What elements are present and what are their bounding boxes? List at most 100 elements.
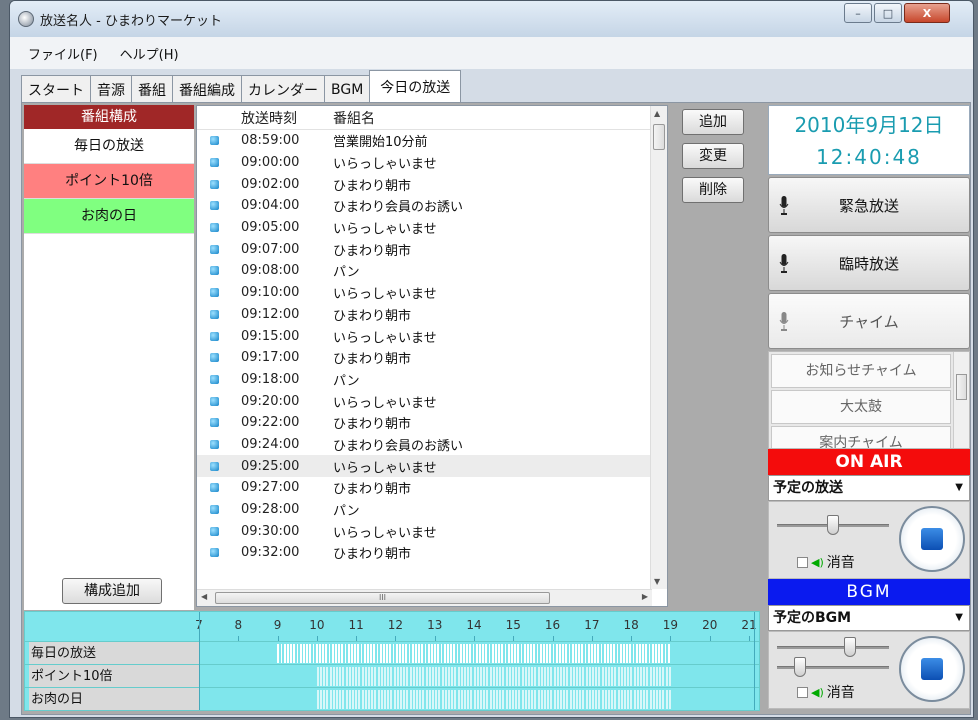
timeline-slot — [406, 690, 409, 709]
title-bar[interactable]: 放送名人 - ひまわりマーケット – □ X — [10, 1, 973, 37]
schedule-row[interactable]: 09:20:00 いらっしゃいませ — [197, 390, 667, 412]
schedule-row[interactable]: 08:59:00 営業開始10分前 — [197, 130, 667, 152]
schedule-row[interactable]: 09:28:00 パン — [197, 499, 667, 521]
timeline-hour-label: 8 — [234, 618, 243, 632]
slider-knob[interactable] — [793, 657, 806, 677]
close-button[interactable]: X — [904, 3, 950, 23]
menu-help[interactable]: ヘルプ(H) — [120, 44, 179, 63]
program-panel: 番組構成 毎日の放送 ポイント10倍 お肉の日 構成追加 — [24, 105, 194, 610]
tab-start[interactable]: スタート — [21, 75, 91, 103]
bgm-volume-slider[interactable] — [777, 637, 889, 657]
program-item-daily[interactable]: 毎日の放送 — [24, 129, 194, 164]
add-program-button[interactable]: 構成追加 — [62, 578, 162, 604]
mute-checkbox[interactable] — [797, 556, 808, 568]
edit-button[interactable]: 変更 — [682, 143, 744, 169]
schedule-row[interactable]: 09:15:00 いらっしゃいませ — [197, 325, 667, 347]
chime-button[interactable]: チャイム — [768, 293, 970, 349]
slider-knob[interactable] — [844, 637, 857, 657]
timeline-slot — [425, 667, 428, 686]
timeline-slot — [462, 644, 465, 663]
timeline-slot — [667, 644, 670, 663]
tab-today[interactable]: 今日の放送 — [369, 70, 462, 103]
program-item-meat-day[interactable]: お肉の日 — [24, 199, 194, 234]
timeline-slot — [553, 690, 556, 709]
schedule-row[interactable]: 09:30:00 いらっしゃいませ — [197, 520, 667, 542]
timeline-slot — [565, 644, 568, 663]
timeline-slot — [658, 644, 661, 663]
col-time-header[interactable]: 放送時刻 — [241, 108, 333, 128]
delete-button[interactable]: 削除 — [682, 177, 744, 203]
schedule-row[interactable]: 09:17:00 ひまわり朝市 — [197, 347, 667, 369]
scroll-down-icon[interactable]: ▼ — [654, 577, 660, 586]
chime-scrollbar[interactable] — [953, 352, 969, 448]
timeline-slot — [368, 690, 370, 709]
scroll-up-icon[interactable]: ▲ — [654, 109, 660, 118]
schedule-row[interactable]: 09:18:00 パン — [197, 369, 667, 391]
timeline-tick — [709, 636, 711, 641]
scroll-left-icon[interactable]: ◀ — [201, 592, 207, 601]
schedule-row[interactable]: 09:32:00 ひまわり朝市 — [197, 542, 667, 564]
timeline-slot — [448, 667, 450, 686]
vertical-scrollbar[interactable]: ▲ ▼ — [650, 106, 667, 589]
bgm-mute-toggle[interactable]: ◀) 消音 — [797, 682, 855, 702]
slider-knob[interactable] — [827, 515, 840, 535]
timeline-slot — [437, 644, 440, 663]
timeline-bars — [199, 644, 747, 663]
bgm-balance-slider[interactable] — [777, 657, 889, 677]
timeline-hour-label: 13 — [427, 618, 443, 632]
schedule-row[interactable]: 09:02:00 ひまわり朝市 — [197, 173, 667, 195]
timeline-slot — [523, 644, 526, 663]
tab-sources[interactable]: 音源 — [90, 75, 132, 103]
mute-checkbox[interactable] — [797, 686, 808, 698]
temporary-broadcast-button[interactable]: 臨時放送 — [768, 235, 970, 291]
add-button[interactable]: 追加 — [682, 109, 744, 135]
schedule-row[interactable]: 09:27:00 ひまわり朝市 — [197, 477, 667, 499]
minimize-button[interactable]: – — [844, 3, 872, 23]
menu-file[interactable]: ファイル(F) — [28, 44, 98, 63]
timeline-slot — [633, 667, 636, 686]
tab-programs[interactable]: 番組 — [131, 75, 173, 103]
schedule-row[interactable]: 09:00:00 いらっしゃいませ — [197, 152, 667, 174]
bgm-stop-button[interactable] — [899, 636, 965, 702]
schedule-row[interactable]: 09:05:00 いらっしゃいませ — [197, 217, 667, 239]
onair-mute-toggle[interactable]: ◀) 消音 — [797, 552, 855, 572]
timeline-slot — [518, 690, 521, 709]
schedule-list[interactable]: 放送時刻 番組名 08:59:00 営業開始10分前 09:00:00 いらっしゃいま… — [196, 105, 668, 607]
schedule-row[interactable]: 09:25:00 いらっしゃいませ — [197, 455, 667, 477]
schedule-row[interactable]: 09:24:00 ひまわり会員のお誘い — [197, 434, 667, 456]
timeline-slot — [606, 644, 609, 663]
timeline-slot — [334, 644, 337, 663]
schedule-row[interactable]: 09:08:00 パン — [197, 260, 667, 282]
scroll-right-icon[interactable]: ▶ — [642, 592, 648, 601]
timeline-slot — [540, 690, 543, 709]
timeline-slot — [464, 667, 466, 686]
maximize-button[interactable]: □ — [874, 3, 902, 23]
tab-calendar[interactable]: カレンダー — [241, 75, 325, 103]
bgm-select[interactable]: 予定のBGM ▼ — [768, 605, 970, 631]
timeline-slot — [569, 690, 572, 709]
chime-scroll-thumb[interactable] — [956, 374, 967, 400]
schedule-row[interactable]: 09:04:00 ひまわり会員のお誘い — [197, 195, 667, 217]
timeline-slot — [409, 667, 412, 686]
schedule-row[interactable]: 09:12:00 ひまわり朝市 — [197, 304, 667, 326]
timeline-slot — [450, 644, 453, 663]
chime-item[interactable]: 案内チャイム — [771, 426, 951, 448]
col-name-header[interactable]: 番組名 — [333, 108, 375, 128]
onair-select[interactable]: 予定の放送 ▼ — [768, 475, 970, 501]
program-item-points[interactable]: ポイント10倍 — [24, 164, 194, 199]
tab-program-schedule[interactable]: 番組編成 — [172, 75, 242, 103]
hscroll-thumb[interactable]: III — [215, 592, 550, 604]
tab-bgm[interactable]: BGM — [324, 75, 371, 103]
schedule-row[interactable]: 09:10:00 いらっしゃいませ — [197, 282, 667, 304]
onair-volume-slider[interactable] — [777, 515, 889, 535]
emergency-broadcast-button[interactable]: 緊急放送 — [768, 177, 970, 233]
horizontal-scrollbar[interactable]: ◀ III ▶ — [197, 589, 652, 606]
onair-stop-button[interactable] — [899, 506, 965, 572]
schedule-row[interactable]: 09:22:00 ひまわり朝市 — [197, 412, 667, 434]
timeline-slot — [331, 644, 334, 663]
chime-item[interactable]: お知らせチャイム — [771, 354, 951, 388]
chime-item[interactable]: 大太鼓 — [771, 390, 951, 424]
schedule-row[interactable]: 09:07:00 ひまわり朝市 — [197, 238, 667, 260]
timeline-slot — [348, 667, 351, 686]
scroll-thumb[interactable] — [653, 124, 665, 150]
